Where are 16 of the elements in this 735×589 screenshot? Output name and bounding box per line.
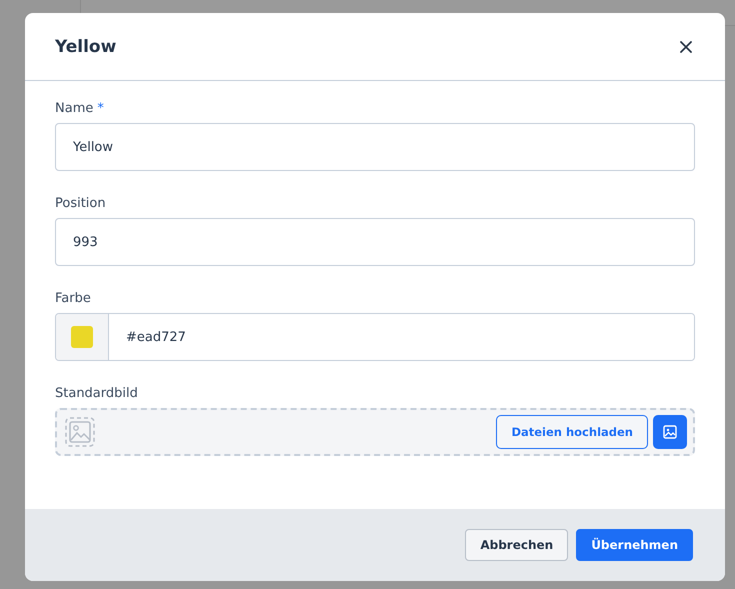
apply-button[interactable]: Übernehmen xyxy=(576,529,693,561)
field-label: Farbe xyxy=(55,291,91,306)
color-field[interactable]: #ead727 xyxy=(55,313,695,361)
field-label: Standardbild xyxy=(55,386,138,401)
image-dropzone[interactable]: Dateien hochladen xyxy=(55,408,695,456)
upload-button[interactable]: Dateien hochladen xyxy=(496,415,648,449)
field-label: Name xyxy=(55,101,94,116)
dialog-title: Yellow xyxy=(55,36,116,56)
required-mark: * xyxy=(97,101,104,116)
color-swatch[interactable] xyxy=(71,326,93,348)
image-placeholder-icon xyxy=(65,417,95,447)
field-label: Position xyxy=(55,196,106,211)
input-field[interactable]: Yellow xyxy=(55,123,695,171)
input-field[interactable]: 993 xyxy=(55,218,695,266)
cancel-button[interactable]: Abbrechen xyxy=(465,529,568,561)
image-icon[interactable] xyxy=(653,415,687,449)
